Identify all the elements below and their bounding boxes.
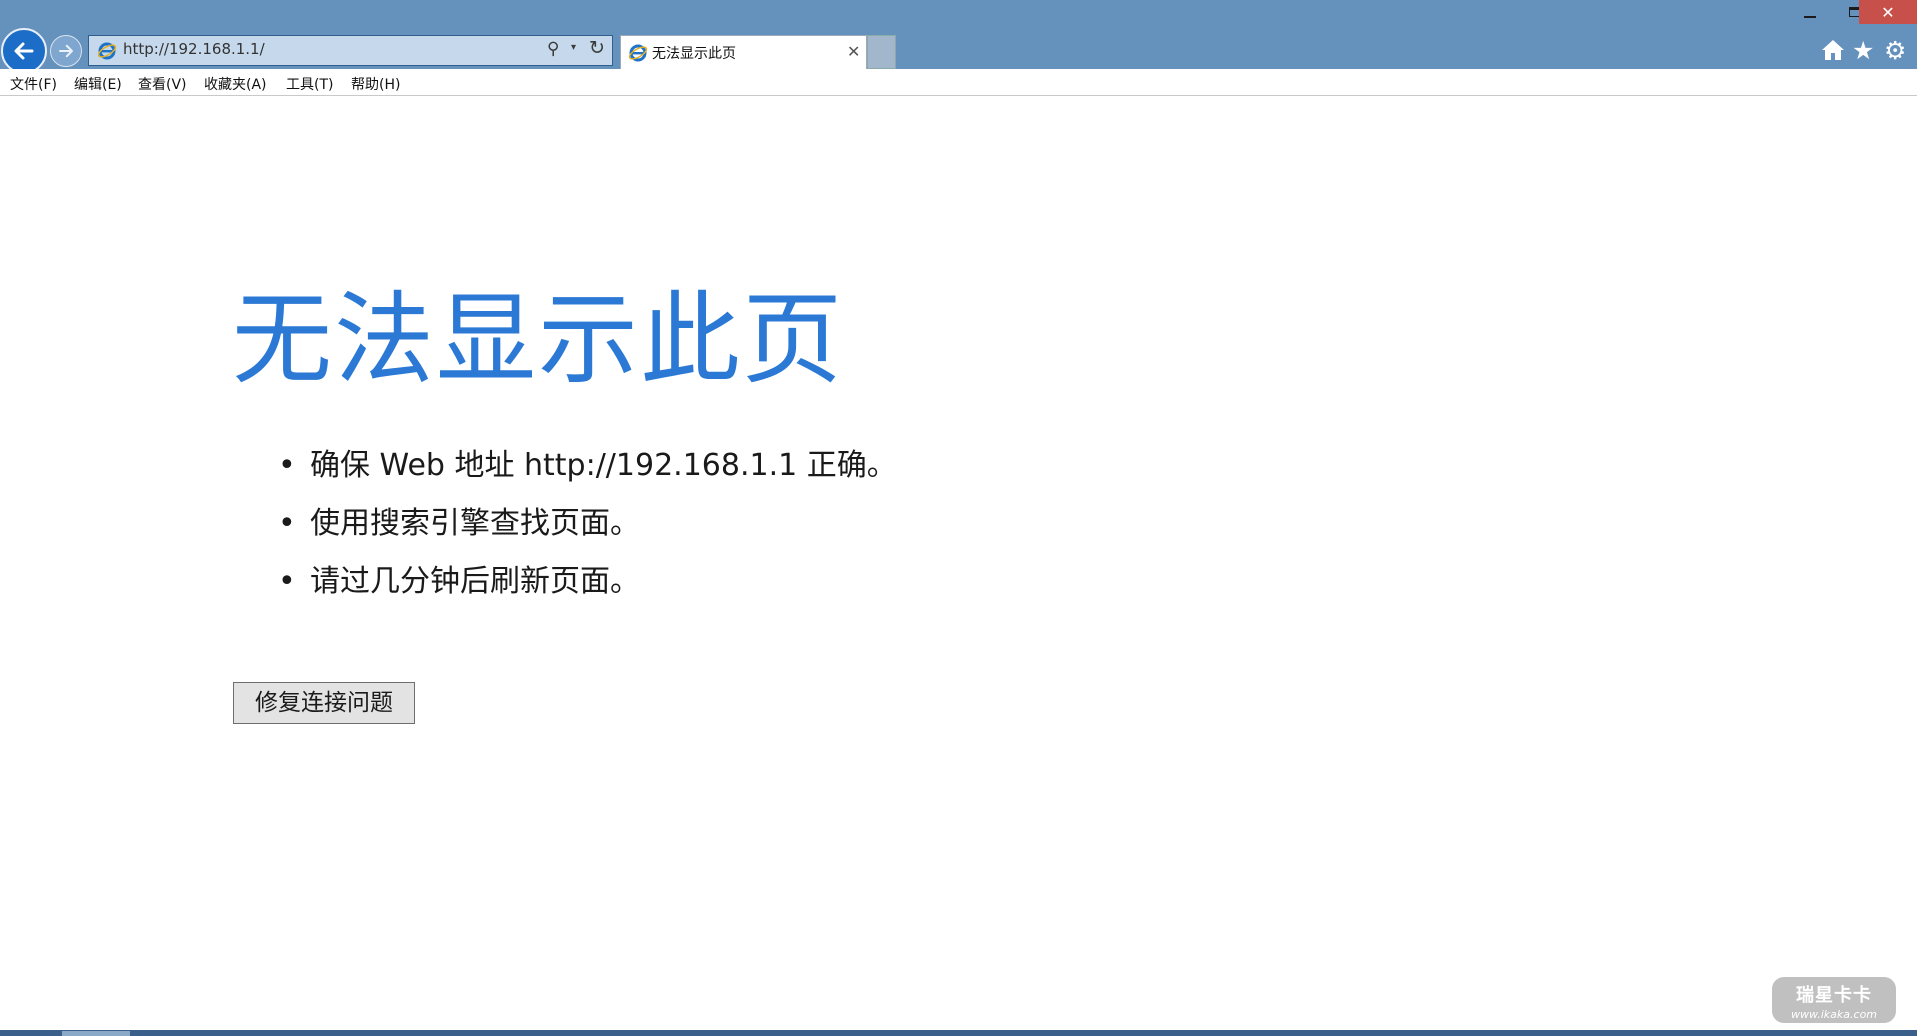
gear-icon[interactable]: ⚙ [1884, 38, 1906, 63]
tab-title: 无法显示此页 [652, 46, 736, 62]
bullet: • [278, 448, 296, 483]
tab-ie-logo-icon [628, 44, 648, 62]
ie-logo-icon [97, 42, 117, 60]
new-tab-button[interactable] [867, 35, 896, 69]
menu-item-tools[interactable]: 工具(T) [286, 74, 333, 94]
menu-item-view[interactable]: 查看(V) [138, 74, 187, 94]
list-item: • 使用搜索引擎查找页面。 [278, 500, 897, 558]
bullet: • [278, 506, 296, 541]
refresh-icon[interactable]: ↻ [589, 37, 605, 59]
watermark-logo: 瑞星卡卡 [1796, 985, 1872, 1006]
tip-text: 请过几分钟后刷新页面。 [310, 564, 640, 599]
taskbar-strip [0, 1030, 1917, 1036]
menu-item-help[interactable]: 帮助(H) [351, 74, 400, 94]
tip-text: 确保 Web 地址 http://192.168.1.1 正确。 [310, 448, 897, 483]
page-title: 无法显示此页 [232, 281, 844, 398]
address-url[interactable]: http://192.168.1.1/ [123, 40, 265, 58]
minimize-button[interactable] [1788, 0, 1832, 24]
list-item: • 请过几分钟后刷新页面。 [278, 558, 897, 616]
menu-bar: 文件(F) 编辑(E) 查看(V) 收藏夹(A) 工具(T) 帮助(H) [0, 69, 1917, 96]
forward-arrow-icon [59, 44, 73, 58]
browser-title-bar: ✕ http://192.168.1.1/ ⚲ ▾ ↻ 无法显示此页 ✕ ★ ⚙ [0, 0, 1917, 74]
dropdown-icon[interactable]: ▾ [571, 42, 576, 53]
tab-active[interactable]: 无法显示此页 ✕ [620, 35, 867, 69]
back-arrow-icon [14, 42, 34, 60]
menu-item-favorites[interactable]: 收藏夹(A) [204, 74, 267, 94]
window-close-button[interactable]: ✕ [1859, 0, 1917, 24]
search-icon[interactable]: ⚲ [547, 39, 559, 59]
menu-item-edit[interactable]: 编辑(E) [74, 74, 122, 94]
taskbar-item[interactable] [62, 1031, 130, 1036]
home-icon[interactable] [1821, 38, 1845, 62]
list-item: • 确保 Web 地址 http://192.168.1.1 正确。 [278, 442, 897, 500]
close-icon[interactable]: ✕ [847, 42, 860, 61]
bullet: • [278, 564, 296, 599]
menu-item-file[interactable]: 文件(F) [10, 74, 57, 94]
back-button[interactable] [1, 28, 47, 74]
tip-text: 使用搜索引擎查找页面。 [310, 506, 640, 541]
address-bar[interactable]: http://192.168.1.1/ ⚲ ▾ ↻ [88, 35, 613, 66]
watermark-url: www.ikaka.com [1790, 1008, 1878, 1021]
star-icon[interactable]: ★ [1852, 38, 1874, 63]
maximize-icon [1848, 7, 1860, 17]
minimize-icon [1804, 16, 1816, 18]
fix-connection-button[interactable]: 修复连接问题 [233, 682, 415, 724]
forward-button[interactable] [50, 35, 82, 67]
watermark: 瑞星卡卡 www.ikaka.com [1772, 977, 1896, 1023]
tips-list: • 确保 Web 地址 http://192.168.1.1 正确。 • 使用搜… [278, 442, 897, 616]
